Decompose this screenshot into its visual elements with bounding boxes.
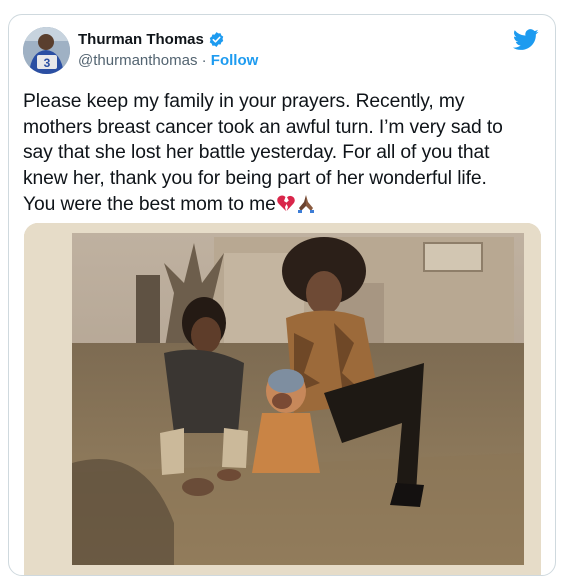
author-name[interactable]: Thurman Thomas <box>78 31 204 48</box>
author-avatar[interactable]: 3 <box>23 27 70 74</box>
tweet-line: Please keep my family in your prayers. R… <box>23 91 465 112</box>
tweet-body: Please keep my family in your prayers. R… <box>23 89 545 218</box>
handle-separator: · <box>197 52 211 69</box>
broken-heart-icon <box>276 195 295 211</box>
tweet-line: say that she lost her battle yesterday. … <box>23 142 490 164</box>
follow-button[interactable]: Follow <box>211 52 259 69</box>
tweet-photo[interactable] <box>24 223 541 575</box>
author-handle[interactable]: @thurmanthomas <box>78 52 197 69</box>
tweet-line: mothers breast cancer took an awful turn… <box>23 116 503 138</box>
tweet-line: knew her, thank you for being part of he… <box>23 168 487 190</box>
handle-row: @thurmanthomas · Follow <box>78 52 258 69</box>
folded-hands-icon <box>297 194 314 213</box>
tweet-card: 3 Thurman Thomas @thurmanthomas · Follow… <box>8 14 556 576</box>
tweet-last-line: You were the best mom to me <box>23 192 545 218</box>
avatar-jersey-number: 3 <box>44 56 51 70</box>
author-name-row: Thurman Thomas <box>78 31 225 48</box>
family-photo <box>24 223 541 575</box>
avatar-image: 3 <box>23 27 70 74</box>
verified-badge-icon <box>209 32 224 47</box>
tweet-line: You were the best mom to me <box>23 193 276 215</box>
twitter-bird-icon[interactable] <box>513 29 539 51</box>
tweet-header: 3 Thurman Thomas @thurmanthomas · Follow <box>23 27 541 75</box>
